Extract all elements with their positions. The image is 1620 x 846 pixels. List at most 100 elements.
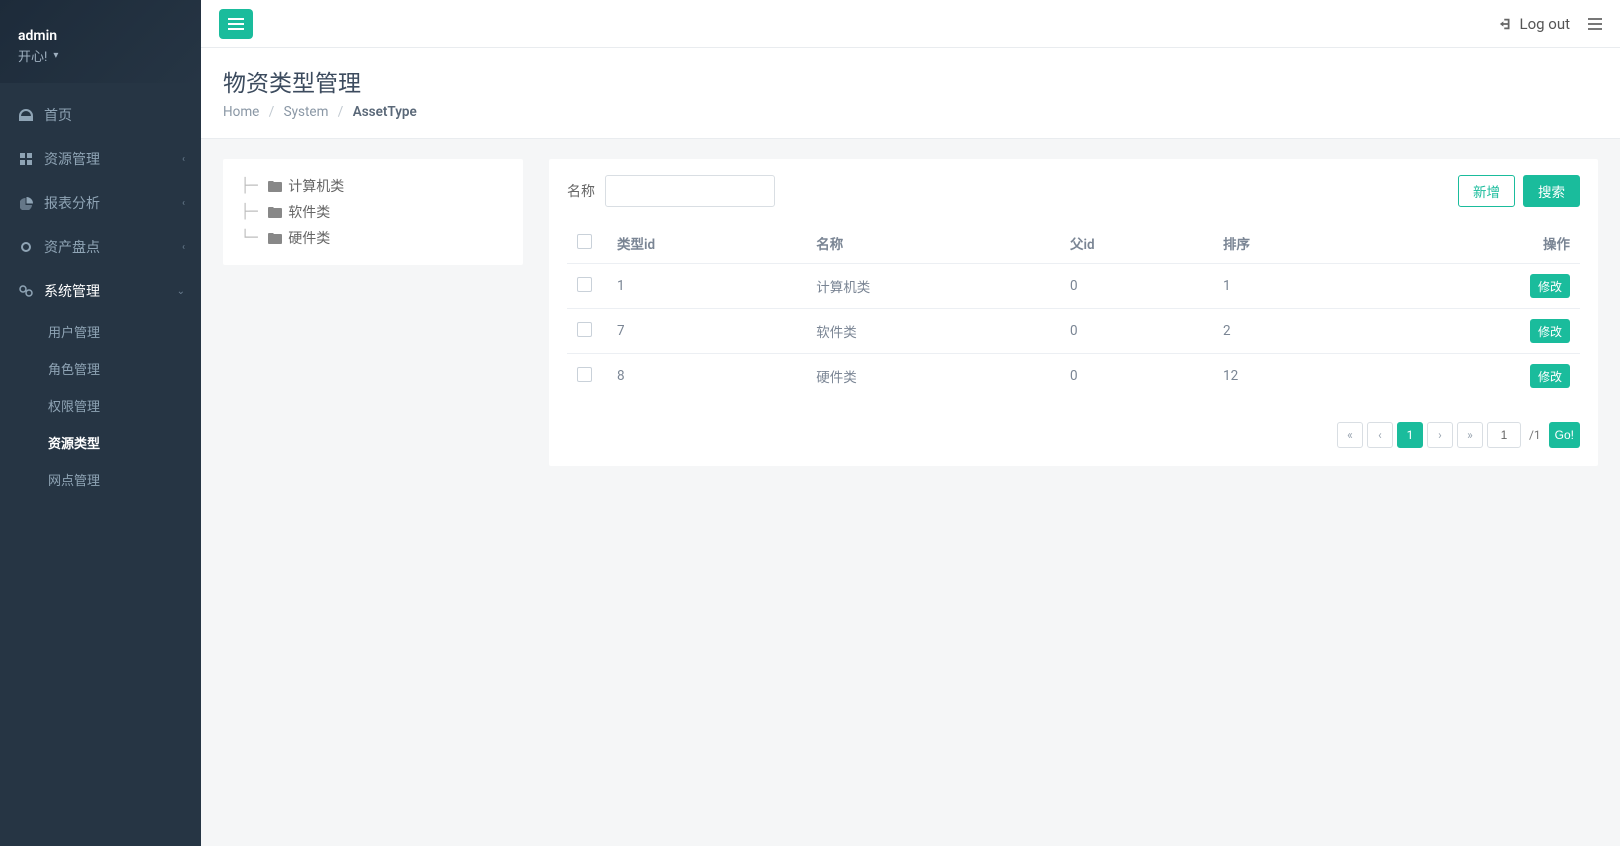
th-type-id: 类型id (607, 223, 806, 264)
sidebar-item-2[interactable]: 报表分析 ‹ (0, 181, 201, 225)
sidebar-item-4[interactable]: 系统管理 ⌄ (0, 269, 201, 313)
pager-input[interactable] (1487, 422, 1521, 448)
search-button[interactable]: 搜索 (1523, 175, 1580, 207)
sidebar-item-label: 资源管理 (44, 149, 100, 169)
sidebar-item-3[interactable]: 资产盘点 ‹ (0, 225, 201, 269)
tree-node[interactable]: ├─ 计算机类 (241, 173, 505, 199)
table-row: 7软件类02修改 (567, 309, 1580, 354)
header-menu-icon[interactable] (1588, 18, 1602, 30)
tree-node[interactable]: └─ 硬件类 (241, 225, 505, 251)
cell-sort: 2 (1213, 309, 1374, 354)
content: ├─ 计算机类├─ 软件类└─ 硬件类 名称 新增 搜索 (201, 139, 1620, 846)
hamburger-button[interactable] (219, 9, 253, 39)
pager: « ‹ 1 › » /1 Go! (549, 412, 1598, 466)
topbar: Log out (201, 0, 1620, 48)
folder-icon (268, 207, 282, 218)
table-row: 1计算机类01修改 (567, 264, 1580, 309)
cell-name: 计算机类 (806, 264, 1060, 309)
subnav-item-0[interactable]: 用户管理 (0, 313, 201, 350)
chevron-down-icon: ⌄ (177, 286, 185, 297)
sidebar-header: admin 开心! ▾ (0, 0, 201, 83)
subnav-item-3[interactable]: 资源类型 (0, 424, 201, 461)
pager-total: /1 (1525, 428, 1545, 442)
pie-icon (18, 197, 34, 210)
filter-name-input[interactable] (605, 175, 775, 207)
logout-icon (1499, 17, 1513, 31)
main: Log out 物资类型管理 Home / System / AssetType… (201, 0, 1620, 846)
th-sort: 排序 (1213, 223, 1374, 264)
cell-type-id: 7 (607, 309, 806, 354)
tree-panel: ├─ 计算机类├─ 软件类└─ 硬件类 (223, 159, 523, 265)
pager-page-1[interactable]: 1 (1397, 422, 1423, 448)
breadcrumb-home[interactable]: Home (223, 104, 259, 120)
sidebar-item-label: 资产盘点 (44, 237, 100, 257)
cell-name: 硬件类 (806, 354, 1060, 399)
sidebar-item-label: 报表分析 (44, 193, 100, 213)
breadcrumb-sep: / (338, 104, 344, 120)
add-button[interactable]: 新增 (1458, 175, 1515, 207)
cell-type-id: 1 (607, 264, 806, 309)
th-parent-id: 父id (1060, 223, 1213, 264)
tree-node[interactable]: ├─ 软件类 (241, 199, 505, 225)
cell-parent-id: 0 (1060, 354, 1213, 399)
logout-text: Log out (1519, 15, 1570, 33)
breadcrumb-current: AssetType (353, 104, 417, 120)
chevron-left-icon: ‹ (182, 242, 185, 253)
table-row: 8硬件类012 修改 (567, 354, 1580, 399)
folder-icon (268, 233, 282, 244)
filter-name-label: 名称 (567, 181, 595, 201)
user-status[interactable]: 开心! ▾ (18, 46, 183, 65)
logout-link[interactable]: Log out (1499, 15, 1570, 33)
tree: ├─ 计算机类├─ 软件类└─ 硬件类 (241, 173, 505, 251)
username: admin (18, 28, 183, 44)
user-status-text: 开心! (18, 46, 47, 65)
chevron-left-icon: ‹ (182, 198, 185, 209)
th-name: 名称 (806, 223, 1060, 264)
sidebar-item-label: 首页 (44, 105, 72, 125)
pager-next[interactable]: › (1427, 422, 1453, 448)
asset-type-table: 类型id 名称 父id 排序 操作 1计算机类01修改7软件类02修改8硬件类0… (567, 223, 1580, 398)
nav: 首页资源管理 ‹ 报表分析 ‹ 资产盘点 ‹ 系统管理 ⌄ (0, 93, 201, 313)
right-panel: 名称 新增 搜索 类型id 名称 父id (549, 159, 1598, 466)
subnav-item-4[interactable]: 网点管理 (0, 461, 201, 498)
cell-parent-id: 0 (1060, 309, 1213, 354)
tree-node-label: 计算机类 (288, 176, 344, 196)
cell-parent-id: 0 (1060, 264, 1213, 309)
tree-branch-icon: └─ (241, 230, 266, 246)
pager-last[interactable]: » (1457, 422, 1483, 448)
row-checkbox[interactable] (577, 322, 592, 337)
tree-node-label: 软件类 (288, 202, 330, 222)
sidebar-item-0[interactable]: 首页 (0, 93, 201, 137)
tree-branch-icon: ├─ (241, 204, 266, 220)
subnav-item-2[interactable]: 权限管理 (0, 387, 201, 424)
subnav-item-1[interactable]: 角色管理 (0, 350, 201, 387)
pager-prev[interactable]: ‹ (1367, 422, 1393, 448)
cell-sort: 1 (1213, 264, 1374, 309)
filter-row: 名称 新增 搜索 (549, 159, 1598, 223)
sidebar-item-label: 系统管理 (44, 281, 100, 301)
breadcrumb-system[interactable]: System (284, 104, 329, 120)
edit-button[interactable]: 修改 (1530, 274, 1570, 298)
chevron-left-icon: ‹ (182, 154, 185, 165)
sidebar-item-1[interactable]: 资源管理 ‹ (0, 137, 201, 181)
select-all-checkbox[interactable] (577, 234, 592, 249)
breadcrumb: Home / System / AssetType (223, 104, 1598, 120)
edit-button[interactable]: 修改 (1530, 364, 1570, 388)
row-checkbox[interactable] (577, 277, 592, 292)
cell-type-id: 8 (607, 354, 806, 399)
dashboard-icon (18, 109, 34, 121)
tree-node-label: 硬件类 (288, 228, 330, 248)
th-op: 操作 (1374, 223, 1580, 264)
sidebar: admin 开心! ▾ 首页资源管理 ‹ 报表分析 ‹ 资产盘点 ‹ 系统管理 ⌄ 用户管理角… (0, 0, 201, 846)
grid-icon (18, 153, 34, 165)
row-checkbox[interactable] (577, 367, 592, 382)
caret-down-icon: ▾ (53, 50, 58, 61)
pager-go-button[interactable]: Go! (1549, 422, 1580, 448)
table-wrap: 类型id 名称 父id 排序 操作 1计算机类01修改7软件类02修改8硬件类0… (549, 223, 1598, 412)
cell-sort: 12 (1213, 354, 1374, 399)
subnav: 用户管理角色管理权限管理资源类型网点管理 (0, 313, 201, 498)
pager-first[interactable]: « (1337, 422, 1363, 448)
dot-icon (18, 242, 34, 252)
edit-button[interactable]: 修改 (1530, 319, 1570, 343)
tree-branch-icon: ├─ (241, 178, 266, 194)
